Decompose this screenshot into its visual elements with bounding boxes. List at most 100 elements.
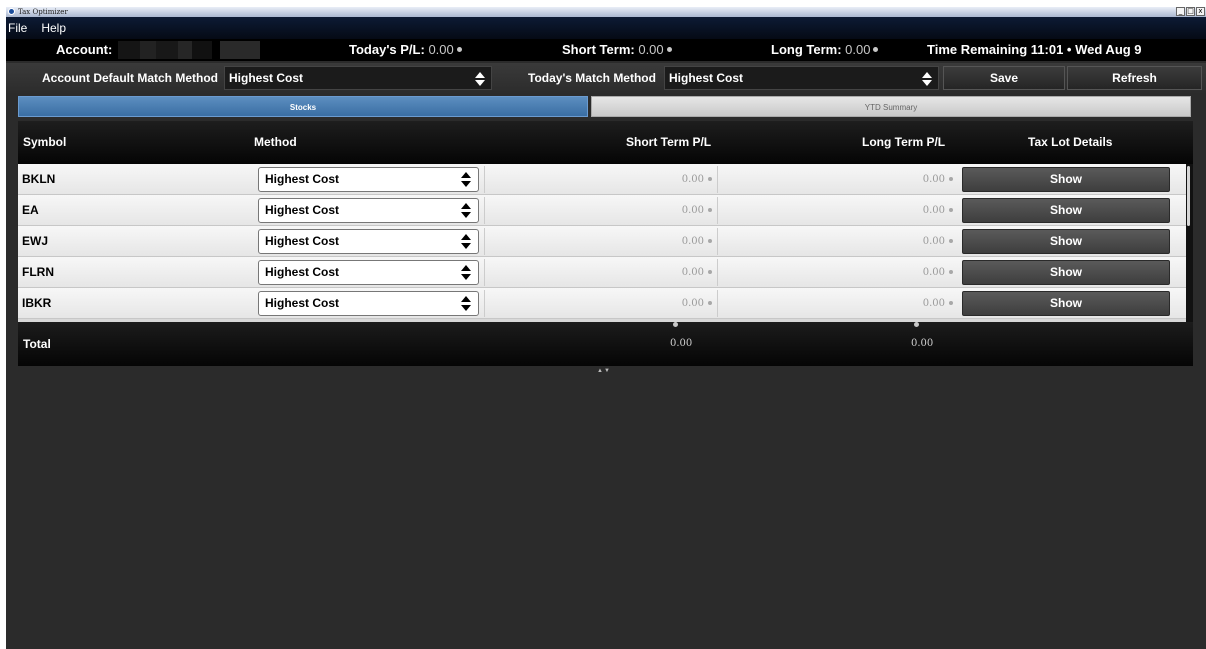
method-select[interactable]: Highest Cost: [258, 229, 479, 254]
symbol-cell: EA: [22, 203, 39, 217]
column-header-symbol[interactable]: Symbol: [23, 121, 66, 164]
default-method-select[interactable]: Highest Cost: [224, 66, 492, 90]
short-term-pl-value: 0.00: [681, 236, 704, 247]
save-button[interactable]: Save: [943, 66, 1065, 90]
splitter-handle-icon[interactable]: ▲▼: [597, 368, 611, 374]
status-dot-icon: [708, 207, 712, 212]
symbol-cell: EWJ: [22, 234, 49, 248]
select-arrows-icon: [461, 172, 471, 187]
short-term-cell: 0.00: [484, 259, 718, 286]
status-dot-icon: [708, 238, 712, 243]
method-select[interactable]: Highest Cost: [258, 198, 479, 223]
long-term-pl-value: 0.00: [922, 205, 945, 216]
short-term-pl-value: 0.00: [681, 267, 704, 278]
table-header: Symbol Method Short Term P/L Long Term P…: [18, 121, 1193, 164]
status-dot-icon: [949, 176, 953, 181]
short-term-cell: 0.00: [484, 290, 718, 317]
status-dot-icon: [708, 176, 712, 181]
column-header-tax-lot-details[interactable]: Tax Lot Details: [1028, 121, 1112, 164]
show-tax-lots-button[interactable]: Show: [962, 291, 1170, 316]
default-method-label: Account Default Match Method: [42, 71, 218, 85]
method-value: Highest Cost: [265, 296, 340, 310]
tab-stocks[interactable]: Stocks: [18, 96, 588, 117]
total-long-term-value: 0.00: [911, 338, 934, 349]
long-term-pl-value: 0.00: [922, 298, 945, 309]
positions-table: Symbol Method Short Term P/L Long Term P…: [18, 121, 1193, 366]
account-id-masked: [118, 41, 260, 59]
short-term-pl-value: 0.00: [681, 298, 704, 309]
show-tax-lots-button[interactable]: Show: [962, 260, 1170, 285]
status-dot-icon: [949, 238, 953, 243]
time-remaining: Time Remaining 11:01 • Wed Aug 9: [927, 42, 1142, 57]
todays-pl-value: 0.00: [428, 42, 454, 57]
menu-file[interactable]: File: [6, 21, 29, 35]
minimize-button[interactable]: _: [1176, 7, 1185, 16]
select-arrows-icon: [461, 265, 471, 280]
select-arrows-icon: [922, 72, 932, 86]
short-term-cell: 0.00: [484, 166, 718, 193]
long-term-label: Long Term:: [771, 42, 842, 57]
status-dot-icon: [456, 47, 462, 53]
status-dot-icon: [873, 47, 879, 53]
short-term-label: Short Term:: [562, 42, 635, 57]
method-select[interactable]: Highest Cost: [258, 167, 479, 192]
method-value: Highest Cost: [265, 234, 340, 248]
menu-bar: File Help: [6, 17, 1206, 39]
column-header-short-term[interactable]: Short Term P/L: [626, 121, 711, 164]
column-header-method[interactable]: Method: [254, 121, 297, 164]
table-row: EWJ Highest Cost 0.00 0.00 Show: [18, 226, 1186, 257]
short-term-cell: 0.00: [484, 228, 718, 255]
select-arrows-icon: [461, 234, 471, 249]
show-tax-lots-button[interactable]: Show: [962, 167, 1170, 192]
todays-pl: Today's P/L: 0.00: [349, 39, 462, 61]
method-select[interactable]: Highest Cost: [258, 291, 479, 316]
tab-ytd-summary[interactable]: YTD Summary: [591, 96, 1191, 117]
refresh-button[interactable]: Refresh: [1067, 66, 1202, 90]
select-arrows-icon: [461, 296, 471, 311]
column-header-long-term[interactable]: Long Term P/L: [862, 121, 945, 164]
long-term-pl-value: 0.00: [922, 174, 945, 185]
table-scrollbar[interactable]: [1186, 164, 1193, 322]
close-button[interactable]: x: [1196, 7, 1205, 16]
status-dot-icon: [914, 322, 919, 327]
app-icon: [8, 8, 15, 15]
method-value: Highest Cost: [265, 172, 340, 186]
table-row: FLRN Highest Cost 0.00 0.00 Show: [18, 257, 1186, 288]
match-method-toolbar: Account Default Match Method Highest Cos…: [6, 63, 1206, 93]
table-row: IBKR Highest Cost 0.00 0.00 Show: [18, 288, 1186, 319]
method-select[interactable]: Highest Cost: [258, 260, 479, 285]
select-arrows-icon: [461, 203, 471, 218]
long-term-pl-value: 0.00: [922, 267, 945, 278]
show-tax-lots-button[interactable]: Show: [962, 198, 1170, 223]
title-bar: Tax Optimizer _ □ x: [6, 7, 1206, 17]
table-total-row: Total 0.00 0.00: [18, 322, 1193, 366]
long-term-summary: Long Term: 0.00: [771, 39, 879, 61]
window-controls: _ □ x: [1176, 7, 1205, 16]
status-dot-icon: [949, 207, 953, 212]
total-label: Total: [23, 337, 51, 351]
table-row: BKLN Highest Cost 0.00 0.00 Show: [18, 164, 1186, 195]
status-dot-icon: [673, 322, 678, 327]
menu-help[interactable]: Help: [39, 21, 68, 35]
view-tabs: Stocks YTD Summary: [18, 96, 1191, 118]
status-dot-icon: [708, 269, 712, 274]
status-dot-icon: [708, 300, 712, 305]
table-row: EA Highest Cost 0.00 0.00 Show: [18, 195, 1186, 226]
today-method-select[interactable]: Highest Cost: [664, 66, 939, 90]
symbol-cell: BKLN: [22, 172, 56, 186]
maximize-button[interactable]: □: [1186, 7, 1195, 16]
default-method-value: Highest Cost: [229, 71, 304, 85]
status-dot-icon: [949, 269, 953, 274]
long-term-value: 0.00: [845, 42, 871, 57]
scrollbar-thumb[interactable]: [1187, 166, 1190, 226]
short-term-summary: Short Term: 0.00: [562, 39, 672, 61]
short-term-pl-value: 0.00: [681, 205, 704, 216]
select-arrows-icon: [475, 72, 485, 86]
show-tax-lots-button[interactable]: Show: [962, 229, 1170, 254]
account-label: Account:: [56, 42, 113, 57]
status-dot-icon: [666, 47, 672, 53]
status-dot-icon: [949, 300, 953, 305]
total-short-term-value: 0.00: [670, 338, 693, 349]
symbol-cell: IBKR: [22, 296, 52, 310]
account-bar: Account: Today's P/L: 0.00 Short Term: 0…: [6, 39, 1206, 61]
